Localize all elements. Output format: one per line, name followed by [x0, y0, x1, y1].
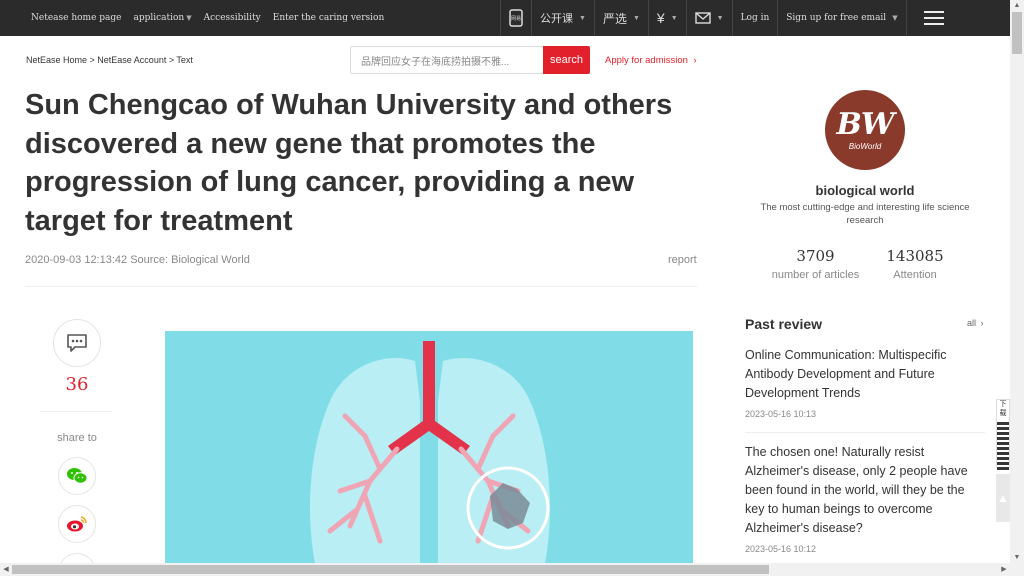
- article-hero-image: [165, 331, 693, 563]
- back-to-top-button[interactable]: ▲: [996, 474, 1010, 522]
- articles-stat: 3709 number of articles: [768, 247, 863, 281]
- top-nav-tools: 网易 公开课 ▼ 严选 ▼ ¥ ▼ ▼ Log in Sign up for f…: [500, 0, 962, 36]
- apply-for-admission-link[interactable]: Apply for admission ›: [605, 55, 697, 66]
- scroll-left-arrow-icon[interactable]: ◀: [0, 563, 12, 576]
- scroll-down-arrow-icon[interactable]: ▼: [1010, 552, 1024, 564]
- past-review-heading: Past review: [745, 316, 823, 332]
- lung-illustration: [310, 341, 550, 563]
- articles-label: number of articles: [771, 269, 860, 281]
- past-review-all-link[interactable]: all ›: [967, 318, 984, 328]
- apply-label: Apply for admission: [605, 55, 688, 66]
- comment-icon: [67, 334, 87, 352]
- qr-label: 下载: [999, 401, 1007, 417]
- caring-version-link[interactable]: Enter the caring version: [273, 13, 385, 23]
- comment-button[interactable]: [53, 319, 101, 367]
- horizontal-scrollbar[interactable]: ◀ ▶: [0, 563, 1010, 576]
- list-divider: [745, 432, 985, 433]
- articles-count: 3709: [796, 247, 835, 265]
- chevron-down-icon: ▼: [892, 14, 898, 22]
- payment-menu[interactable]: ¥ ▼: [647, 0, 686, 36]
- signup-email-menu[interactable]: Sign up for free email ▼: [777, 0, 905, 36]
- publisher-description: The most cutting-edge and interesting li…: [760, 202, 970, 226]
- past-review-title[interactable]: Online Communication: Multispecific Anti…: [745, 346, 985, 403]
- past-review-date: 2023-05-16 10:13: [745, 409, 817, 419]
- login-link[interactable]: Log in: [731, 0, 778, 36]
- hamburger-icon: [924, 11, 945, 25]
- breadcrumb[interactable]: NetEase Home > NetEase Account > Text: [26, 55, 193, 65]
- chevron-down-icon: ▼: [670, 14, 678, 22]
- search-input[interactable]: 品牌回应女子在海底捞拍摄不雅...: [350, 46, 543, 74]
- application-menu[interactable]: application ▼: [133, 13, 191, 23]
- open-course-label: 公开课: [540, 13, 573, 25]
- application-label: application: [133, 13, 185, 23]
- logo-subtext: BioWorld: [848, 141, 882, 151]
- attention-count: 143085: [886, 247, 944, 265]
- search-button[interactable]: search: [543, 46, 590, 74]
- vertical-scrollbar[interactable]: ▲ ▼: [1010, 0, 1024, 576]
- mobile-app-button[interactable]: 网易: [500, 0, 531, 36]
- app-download-qr[interactable]: 下载: [996, 399, 1010, 470]
- search-bar: 品牌回应女子在海底捞拍摄不雅... search: [350, 46, 590, 74]
- chevron-down-icon: ▼: [579, 14, 586, 22]
- signup-label: Sign up for free email: [786, 13, 887, 23]
- list-item[interactable]: The chosen one! Naturally resist Alzheim…: [745, 443, 985, 554]
- yanxuan-menu[interactable]: 严选 ▼: [593, 0, 648, 36]
- mail-menu[interactable]: ▼: [685, 0, 732, 36]
- weibo-icon: [67, 516, 87, 532]
- article-title: Sun Chengcao of Wuhan University and oth…: [25, 89, 673, 237]
- all-label: all: [967, 318, 977, 328]
- yanxuan-label: 严选: [602, 11, 627, 26]
- mobile-phone-icon: 网易: [509, 9, 523, 27]
- scroll-right-arrow-icon[interactable]: ▶: [998, 563, 1010, 576]
- past-review-date: 2023-05-16 10:12: [745, 544, 817, 554]
- share-label: share to: [57, 432, 97, 444]
- comment-count[interactable]: 36: [52, 374, 102, 395]
- weibo-share-button[interactable]: [58, 505, 96, 543]
- accessibility-link[interactable]: Accessibility: [204, 13, 261, 23]
- arrow-up-icon: ▲: [997, 491, 1009, 505]
- wechat-icon: [67, 468, 88, 484]
- attention-label: Attention: [893, 269, 937, 281]
- chevron-right-icon: ›: [693, 55, 697, 66]
- horizontal-scroll-thumb[interactable]: [12, 565, 769, 574]
- publisher-name[interactable]: biological world: [760, 183, 970, 198]
- list-item[interactable]: Online Communication: Multispecific Anti…: [745, 346, 985, 419]
- wechat-share-button[interactable]: [58, 457, 96, 495]
- chevron-down-icon: ▼: [186, 14, 192, 22]
- share-divider: [40, 411, 112, 412]
- menu-button[interactable]: [905, 0, 962, 36]
- netease-home-link[interactable]: Netease home page: [31, 13, 121, 23]
- top-nav-links: Netease home page application ▼ Accessibi…: [31, 0, 384, 36]
- mobile-label: 网易: [511, 16, 521, 22]
- envelope-icon: [694, 12, 711, 24]
- attention-stat: 143085 Attention: [872, 247, 958, 281]
- chevron-down-icon: ▼: [632, 14, 640, 22]
- chevron-down-icon: ▼: [716, 14, 724, 22]
- report-link[interactable]: report: [668, 254, 697, 266]
- yen-icon: ¥: [656, 10, 665, 26]
- top-navigation-bar: Netease home page application ▼ Accessibi…: [0, 0, 1010, 36]
- article-meta: 2020-09-03 12:13:42 Source: Biological W…: [25, 254, 250, 266]
- scroll-up-arrow-icon[interactable]: ▲: [1010, 0, 1024, 12]
- vertical-scroll-thumb[interactable]: [1012, 12, 1022, 54]
- chevron-right-icon: ›: [980, 318, 984, 328]
- header-divider: [25, 286, 697, 287]
- qr-code-icon: [997, 420, 1009, 470]
- open-course-menu[interactable]: 公开课 ▼: [531, 0, 594, 36]
- logo-mark: BW: [836, 106, 894, 142]
- past-review-title[interactable]: The chosen one! Naturally resist Alzheim…: [745, 443, 985, 538]
- publisher-logo[interactable]: BW BioWorld: [825, 90, 905, 170]
